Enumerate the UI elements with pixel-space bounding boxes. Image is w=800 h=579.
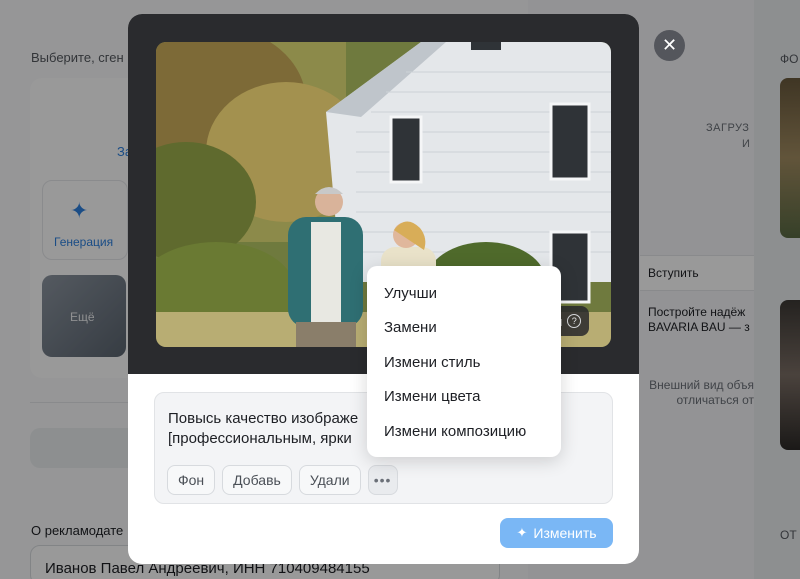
tag-remove-button[interactable]: Удали [298, 465, 361, 495]
menu-item-replace[interactable]: Замени [367, 311, 561, 346]
apply-changes-label: Изменить [533, 525, 597, 541]
sparkle-icon: ✦ [516, 525, 528, 540]
tag-add-button[interactable]: Добавь [222, 465, 292, 495]
apply-changes-button[interactable]: ✦ Изменить [500, 518, 613, 548]
menu-item-improve[interactable]: Улучши [367, 276, 561, 311]
more-options-menu: Улучши Замени Измени стиль Измени цвета … [367, 266, 561, 457]
tag-background-button[interactable]: Фон [167, 465, 216, 495]
menu-item-change-composition[interactable]: Измени композицию [367, 414, 561, 449]
menu-item-change-style[interactable]: Измени стиль [367, 345, 561, 380]
more-options-button[interactable]: ••• [367, 465, 398, 495]
close-icon[interactable]: ✕ [654, 30, 685, 61]
prompt-tag-bar: Фон Добавь Удали ••• [167, 465, 398, 495]
menu-item-change-colors[interactable]: Измени цвета [367, 380, 561, 415]
help-icon[interactable]: ? [567, 314, 582, 328]
